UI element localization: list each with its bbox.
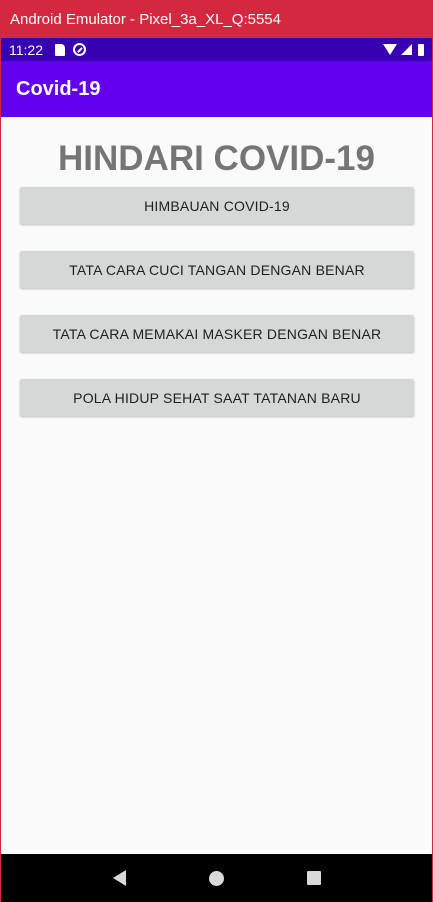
back-icon[interactable] xyxy=(112,870,126,886)
sync-icon xyxy=(73,43,86,56)
app-title: Covid-19 xyxy=(16,77,101,100)
app-bar: Covid-19 xyxy=(1,61,432,117)
recents-icon[interactable] xyxy=(306,871,321,885)
wifi-icon xyxy=(383,44,397,55)
phone-screen: 11:22 Covid-19 HINDARI COVID-19 HIMBAUAN… xyxy=(0,38,433,902)
memakai-masker-button[interactable]: TATA CARA MEMAKAI MASKER DENGAN BENAR xyxy=(20,315,414,352)
home-icon[interactable] xyxy=(208,870,224,886)
status-indicators xyxy=(383,43,424,56)
pola-hidup-sehat-button[interactable]: POLA HIDUP SEHAT SAAT TATANAN BARU xyxy=(20,379,414,416)
page-headline: HINDARI COVID-19 xyxy=(58,139,375,178)
emulator-title: Android Emulator - Pixel_3a_XL_Q:5554 xyxy=(10,10,281,28)
battery-icon xyxy=(418,43,424,56)
himbauan-covid-button[interactable]: HIMBAUAN COVID-19 xyxy=(20,187,414,224)
navigation-bar xyxy=(1,854,432,902)
status-bar: 11:22 xyxy=(1,38,432,61)
sd-card-icon xyxy=(55,43,65,56)
signal-icon xyxy=(401,44,412,55)
emulator-title-bar: Android Emulator - Pixel_3a_XL_Q:5554 xyxy=(0,0,433,38)
status-time: 11:22 xyxy=(9,41,43,58)
cuci-tangan-button[interactable]: TATA CARA CUCI TANGAN DENGAN BENAR xyxy=(20,251,414,288)
